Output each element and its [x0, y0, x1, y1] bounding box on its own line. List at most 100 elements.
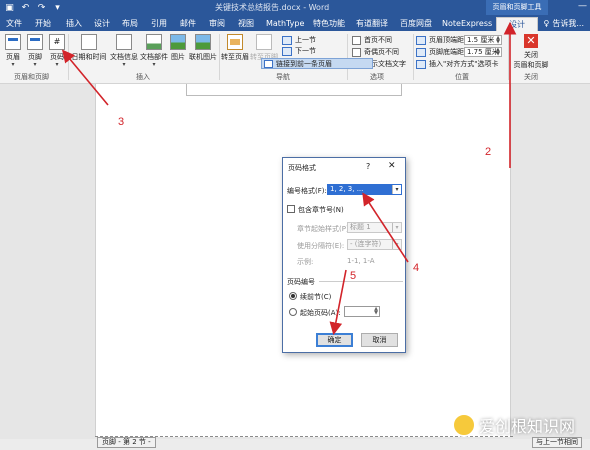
up-arrow-icon	[282, 35, 292, 45]
separator-select[interactable]: - (连字符) ▾	[347, 239, 402, 250]
section-divider	[319, 281, 403, 282]
header-top-distance-input[interactable]: 1.5 厘米 ▲ ▼	[464, 35, 502, 45]
group-divider	[508, 34, 509, 80]
page-numbering-title: 页码编号	[287, 278, 315, 286]
group-label-insert: 插入	[136, 73, 150, 81]
tab-insert[interactable]: 插入	[66, 17, 82, 31]
next-section-button[interactable]: 下一节	[282, 46, 316, 56]
start-at-input[interactable]: ▲ ▼	[344, 306, 380, 317]
number-format-select[interactable]: 1, 2, 3, ... ▾	[327, 184, 402, 195]
docinfo-label: 文档信息	[110, 53, 138, 61]
example-label: 示例:	[297, 258, 314, 266]
page-number-format-dialog: 页码格式 ? ✕ 编号格式(F): 1, 2, 3, ... ▾ 包含章节号(N…	[282, 157, 406, 353]
footer-distance-icon	[416, 47, 426, 57]
redo-icon[interactable]: ↷	[36, 2, 47, 13]
online-picture-button[interactable]: 联机图片	[188, 34, 218, 62]
header-region-box[interactable]	[186, 84, 402, 96]
link-icon	[264, 59, 273, 68]
chapter-style-select[interactable]: 标题 1 ▾	[347, 222, 402, 233]
document-info-icon	[116, 34, 132, 50]
down-arrow-icon	[282, 46, 292, 56]
datetime-button[interactable]: 日期和时间	[70, 34, 108, 62]
start-at-radio[interactable]	[289, 308, 297, 316]
tab-home[interactable]: 开始	[35, 17, 51, 31]
link-to-previous-button[interactable]: 链接到前一条页眉	[261, 58, 373, 69]
tab-special[interactable]: 特色功能	[313, 17, 345, 31]
tab-review[interactable]: 审阅	[209, 17, 225, 31]
prev-section-button[interactable]: 上一节	[282, 35, 316, 45]
page-number-icon: #	[49, 34, 65, 50]
tab-baidu[interactable]: 百度网盘	[400, 17, 432, 31]
watermark-text: 爱创根知识网	[479, 419, 576, 436]
close-header-footer-button[interactable]: ✕ 关闭 页眉和页脚	[511, 34, 551, 70]
chevron-down-icon: ▾	[392, 185, 401, 194]
picture-button[interactable]: 图片	[169, 34, 187, 62]
goto-footer-icon	[256, 34, 272, 50]
footer-boundary-line	[95, 436, 513, 437]
tab-references[interactable]: 引用	[151, 17, 167, 31]
tab-mathtype[interactable]: MathType	[266, 17, 304, 31]
watermark: 爱创根知识网	[452, 413, 575, 437]
tab-layout[interactable]: 布局	[122, 17, 138, 31]
goto-header-label: 转至页眉	[221, 53, 249, 61]
tab-noteexpress[interactable]: NoteExpress	[442, 17, 492, 31]
online-picture-icon	[195, 34, 211, 50]
header-distance-icon	[416, 35, 426, 45]
minimize-icon[interactable]: —	[578, 1, 587, 11]
save-icon[interactable]: ▣	[4, 2, 15, 13]
picture-label: 图片	[171, 53, 185, 61]
tab-file[interactable]: 文件	[6, 17, 22, 31]
group-label-close: 关闭	[524, 73, 538, 81]
close-icon[interactable]: ✕	[388, 161, 396, 171]
chevron-down-icon: ▾	[33, 61, 37, 68]
customize-qat-icon[interactable]: ▾	[52, 2, 63, 13]
footer-button[interactable]: 页脚 ▾	[24, 34, 46, 68]
tab-view[interactable]: 视图	[238, 17, 254, 31]
spinner-arrows-icon[interactable]: ▲ ▼	[374, 307, 378, 316]
first-page-diff-checkbox[interactable]: 首页不同	[352, 35, 392, 45]
group-divider	[68, 34, 69, 80]
close-label-line2: 页眉和页脚	[513, 61, 549, 69]
docparts-button[interactable]: 文档部件 ▾	[139, 34, 169, 68]
chevron-down-icon: ▾	[11, 61, 15, 68]
tell-me-box[interactable]: ♀ 告诉我...	[544, 18, 585, 29]
chapter-style-label: 章节起始样式(P)	[297, 225, 349, 233]
undo-icon[interactable]: ↶	[20, 2, 31, 13]
group-label-options: 选项	[370, 73, 384, 81]
docinfo-button[interactable]: 文档信息 ▾	[109, 34, 139, 68]
odd-even-diff-checkbox[interactable]: 奇偶页不同	[352, 47, 399, 57]
dialog-title: 页码格式	[288, 164, 316, 172]
tab-youdao[interactable]: 有道翻译	[356, 17, 388, 31]
goto-header-button[interactable]: 转至页眉	[221, 34, 249, 62]
next-section-label: 下一节	[295, 47, 316, 55]
tab-design[interactable]: 设计	[94, 17, 110, 31]
spinner-arrows-icon[interactable]: ▲ ▼	[496, 48, 500, 57]
chevron-down-icon: ▾	[392, 240, 401, 249]
chevron-down-icon: ▾	[152, 61, 156, 68]
ok-button[interactable]: 确定	[316, 333, 353, 347]
footer-bottom-distance-value: 1.75 厘米	[467, 48, 499, 56]
page-number-button[interactable]: # 页码 ▾	[46, 34, 68, 68]
footer-label: 页脚	[28, 53, 42, 61]
quick-parts-icon	[146, 34, 162, 50]
start-at-label: 起始页码(A):	[300, 309, 341, 317]
spinner-arrows-icon[interactable]: ▲ ▼	[496, 36, 500, 45]
cancel-button[interactable]: 取消	[361, 333, 398, 347]
insert-align-tab-button[interactable]: 插入"对齐方式"选项卡	[416, 59, 498, 69]
separator-label: 使用分隔符(E):	[297, 242, 345, 250]
help-icon[interactable]: ?	[366, 162, 370, 171]
separator-value: - (连字符)	[350, 240, 382, 248]
window-title: 关键技术总结报告.docx - Word	[215, 3, 330, 12]
picture-icon	[170, 34, 186, 50]
continue-radio[interactable]	[289, 292, 297, 300]
tab-mailings[interactable]: 邮件	[180, 17, 196, 31]
example-value: 1-1, 1-A	[347, 257, 375, 265]
tab-hf-design[interactable]: 设计	[496, 17, 538, 31]
window-controls: —	[578, 1, 587, 11]
include-chapter-checkbox[interactable]	[287, 205, 295, 213]
checkbox-icon	[352, 47, 361, 57]
insert-align-tab-label: 插入"对齐方式"选项卡	[429, 60, 499, 68]
footer-bottom-distance-input[interactable]: 1.75 厘米 ▲ ▼	[464, 47, 502, 57]
same-as-previous-tag: 与上一节相同	[532, 437, 582, 448]
header-button[interactable]: 页眉 ▾	[2, 34, 24, 68]
